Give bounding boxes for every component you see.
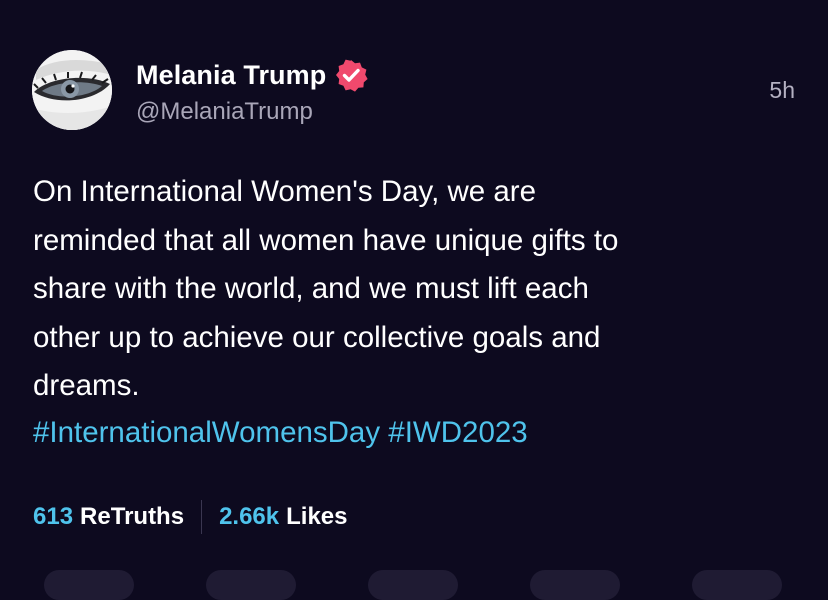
reply-button[interactable] bbox=[44, 570, 134, 600]
author-display-name[interactable]: Melania Trump bbox=[136, 60, 326, 91]
author-handle[interactable]: @MelaniaTrump bbox=[136, 98, 313, 126]
likes-label: Likes bbox=[286, 503, 348, 530]
hashtag-link[interactable]: #InternationalWomensDay bbox=[33, 416, 380, 449]
post-hashtags: #InternationalWomensDay #IWD2023 bbox=[33, 409, 528, 458]
avatar-photo-eye-icon bbox=[32, 50, 112, 130]
verified-badge-icon bbox=[334, 58, 368, 92]
post-card: Melania Trump @MelaniaTrump 5h On Intern… bbox=[0, 0, 828, 600]
post-action-bar bbox=[0, 570, 828, 600]
more-button[interactable] bbox=[692, 570, 782, 600]
retruths-label: ReTruths bbox=[80, 503, 185, 530]
stats-divider bbox=[201, 500, 203, 534]
share-button[interactable] bbox=[530, 570, 620, 600]
likes-count: 2.66k bbox=[219, 503, 280, 530]
retruth-button[interactable] bbox=[206, 570, 296, 600]
post-timestamp[interactable]: 5h bbox=[769, 77, 795, 104]
hashtag-link[interactable]: #IWD2023 bbox=[388, 416, 527, 449]
retruths-count: 613 bbox=[33, 503, 74, 530]
post-stats: 613 ReTruths 2.66k Likes bbox=[33, 500, 348, 534]
likes-stat[interactable]: 2.66k Likes bbox=[219, 503, 347, 531]
post-body-text: On International Women's Day, we are rem… bbox=[33, 175, 619, 402]
author-avatar[interactable] bbox=[32, 50, 112, 130]
author-name-row: Melania Trump bbox=[136, 58, 368, 92]
retruths-stat[interactable]: 613 ReTruths bbox=[33, 503, 184, 531]
like-button[interactable] bbox=[368, 570, 458, 600]
